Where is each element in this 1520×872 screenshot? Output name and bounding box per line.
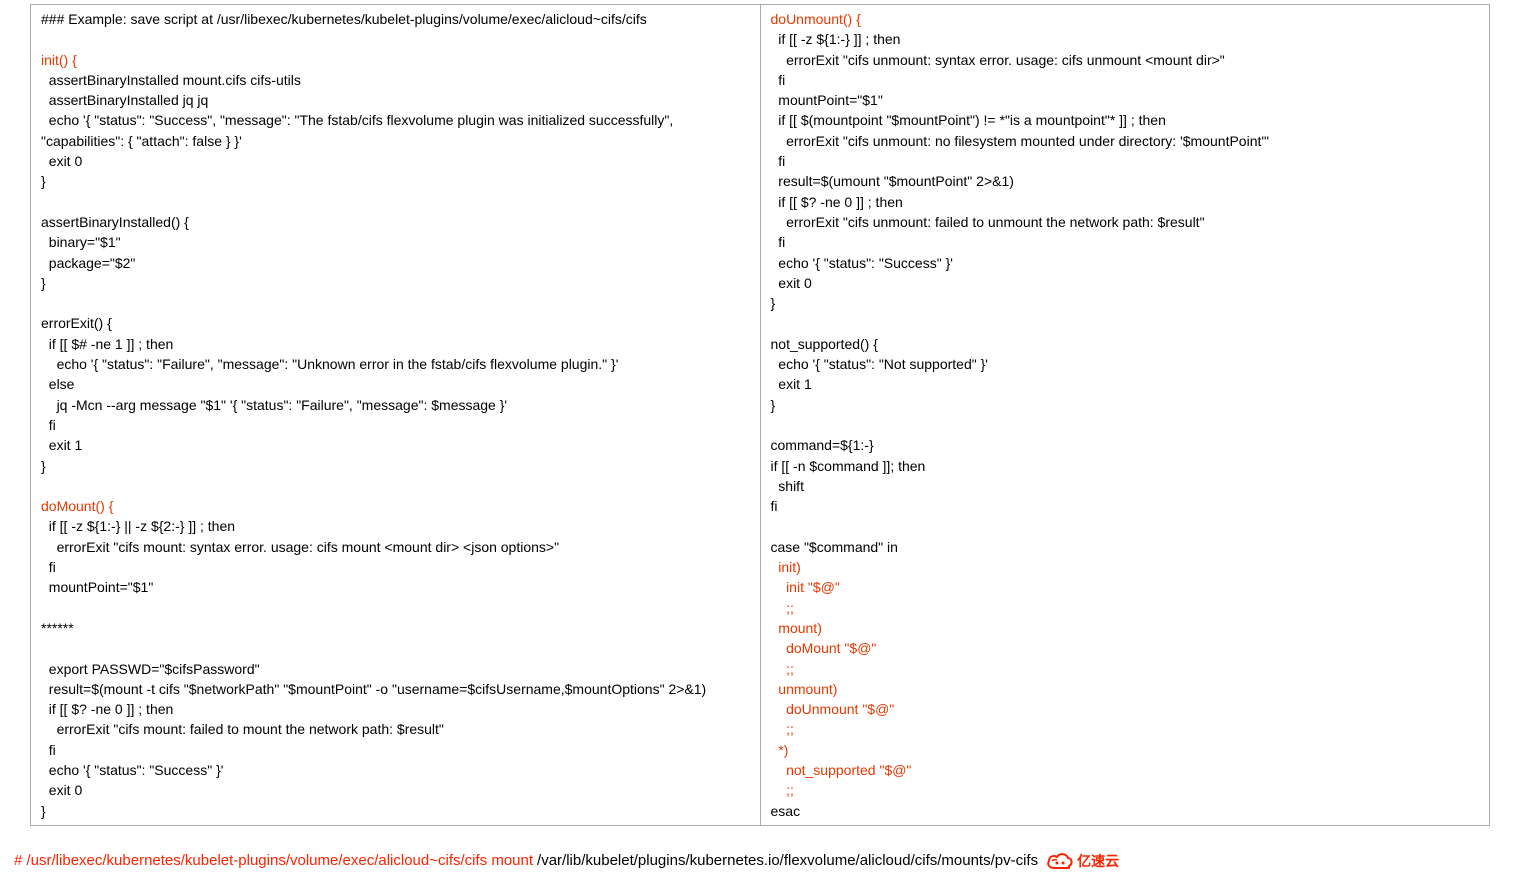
code-line: if [[ -z ${1:-} || -z ${2:-} ]] ; then	[41, 518, 235, 534]
footer-line: # /usr/libexec/kubernetes/kubelet-plugin…	[14, 850, 1520, 872]
code-line: ;;	[771, 661, 794, 677]
footer-path: /var/lib/kubelet/plugins/kubernetes.io/f…	[537, 850, 1038, 872]
code-line: if [[ -n $command ]]; then	[771, 458, 926, 474]
code-line: package="$2"	[41, 255, 135, 271]
code-line: result=$(mount -t cifs "$networkPath" "$…	[41, 681, 706, 697]
code-line: fi	[771, 72, 786, 88]
code-line: doUnmount() {	[771, 11, 861, 27]
code-line: command=${1:-}	[771, 437, 874, 453]
code-line: fi	[771, 234, 786, 250]
code-line: init() {	[41, 52, 77, 68]
code-line: }	[771, 295, 776, 311]
code-line: ;;	[771, 721, 794, 737]
code-line: }	[41, 275, 46, 291]
code-line: case "$command" in	[771, 539, 898, 555]
code-line: if [[ -z ${1:-} ]] ; then	[771, 31, 901, 47]
code-line: errorExit "cifs mount: syntax error. usa…	[41, 539, 559, 555]
code-line: }	[41, 458, 46, 474]
code-line: errorExit "cifs unmount: no filesystem m…	[771, 133, 1270, 149]
logo-wrap: 亿速云	[1046, 850, 1119, 872]
code-line: else	[41, 376, 74, 392]
code-line: ;;	[771, 782, 794, 798]
code-line: fi	[771, 498, 778, 514]
code-line: if [[ $? -ne 0 ]] ; then	[41, 701, 173, 717]
code-line: errorExit() {	[41, 315, 112, 331]
code-line: ### Example: save script at /usr/libexec…	[41, 11, 647, 27]
code-line: exit 0	[41, 782, 82, 798]
code-line: *)	[771, 742, 789, 758]
logo-text: 亿速云	[1077, 851, 1119, 871]
code-line: init)	[771, 559, 801, 575]
code-table: ### Example: save script at /usr/libexec…	[30, 4, 1490, 826]
code-line: echo '{ "status": "Success" }'	[771, 255, 953, 271]
code-line: }	[771, 397, 776, 413]
code-line: export PASSWD="$cifsPassword"	[41, 661, 260, 677]
code-line: jq -Mcn --arg message "$1" '{ "status": …	[41, 397, 507, 413]
code-line: esac	[771, 803, 801, 819]
code-line: exit 1	[771, 376, 812, 392]
code-line: result=$(umount "$mountPoint" 2>&1)	[771, 173, 1014, 189]
code-line: if [[ $(mountpoint "$mountPoint") != *"i…	[771, 112, 1166, 128]
code-line: exit 0	[771, 275, 812, 291]
code-line: fi	[41, 417, 56, 433]
code-line: exit 0	[41, 153, 82, 169]
code-line: ******	[41, 620, 74, 636]
code-line: if [[ $# -ne 1 ]] ; then	[41, 336, 173, 352]
code-line: errorExit "cifs mount: failed to mount t…	[41, 721, 444, 737]
code-line: fi	[771, 153, 786, 169]
code-line: mountPoint="$1"	[41, 579, 153, 595]
code-line: assertBinaryInstalled mount.cifs cifs-ut…	[41, 72, 301, 88]
code-line: echo '{ "status": "Success", "message": …	[41, 112, 677, 148]
code-line: binary="$1"	[41, 234, 121, 250]
code-line: echo '{ "status": "Failure", "message": …	[41, 356, 618, 372]
code-line: assertBinaryInstalled jq jq	[41, 92, 208, 108]
code-line: fi	[41, 559, 56, 575]
code-line: mount)	[771, 620, 822, 636]
code-line: mountPoint="$1"	[771, 92, 883, 108]
code-line: exit 1	[41, 437, 82, 453]
code-line: not_supported() {	[771, 336, 878, 352]
code-line: if [[ $? -ne 0 ]] ; then	[771, 194, 903, 210]
cloud-icon	[1046, 850, 1074, 872]
left-code-cell: ### Example: save script at /usr/libexec…	[31, 5, 761, 826]
right-code-cell: doUnmount() { if [[ -z ${1:-} ]] ; then …	[760, 5, 1490, 826]
code-line: ;;	[771, 600, 794, 616]
code-line: shift	[771, 478, 804, 494]
code-line: doUnmount "$@"	[771, 701, 895, 717]
code-line: echo '{ "status": "Success" }'	[41, 762, 223, 778]
code-line: echo '{ "status": "Not supported" }'	[771, 356, 988, 372]
code-line: unmount)	[771, 681, 838, 697]
code-line: errorExit "cifs unmount: failed to unmou…	[771, 214, 1205, 230]
code-line: init "$@"	[771, 579, 840, 595]
code-line: assertBinaryInstalled() {	[41, 214, 189, 230]
code-line: }	[41, 173, 46, 189]
footer-command: # /usr/libexec/kubernetes/kubelet-plugin…	[14, 850, 533, 872]
code-line: errorExit "cifs unmount: syntax error. u…	[771, 52, 1225, 68]
code-line: doMount "$@"	[771, 640, 877, 656]
code-line: doMount() {	[41, 498, 113, 514]
code-line: not_supported "$@"	[771, 762, 912, 778]
code-line: }	[41, 803, 46, 819]
code-line: fi	[41, 742, 56, 758]
